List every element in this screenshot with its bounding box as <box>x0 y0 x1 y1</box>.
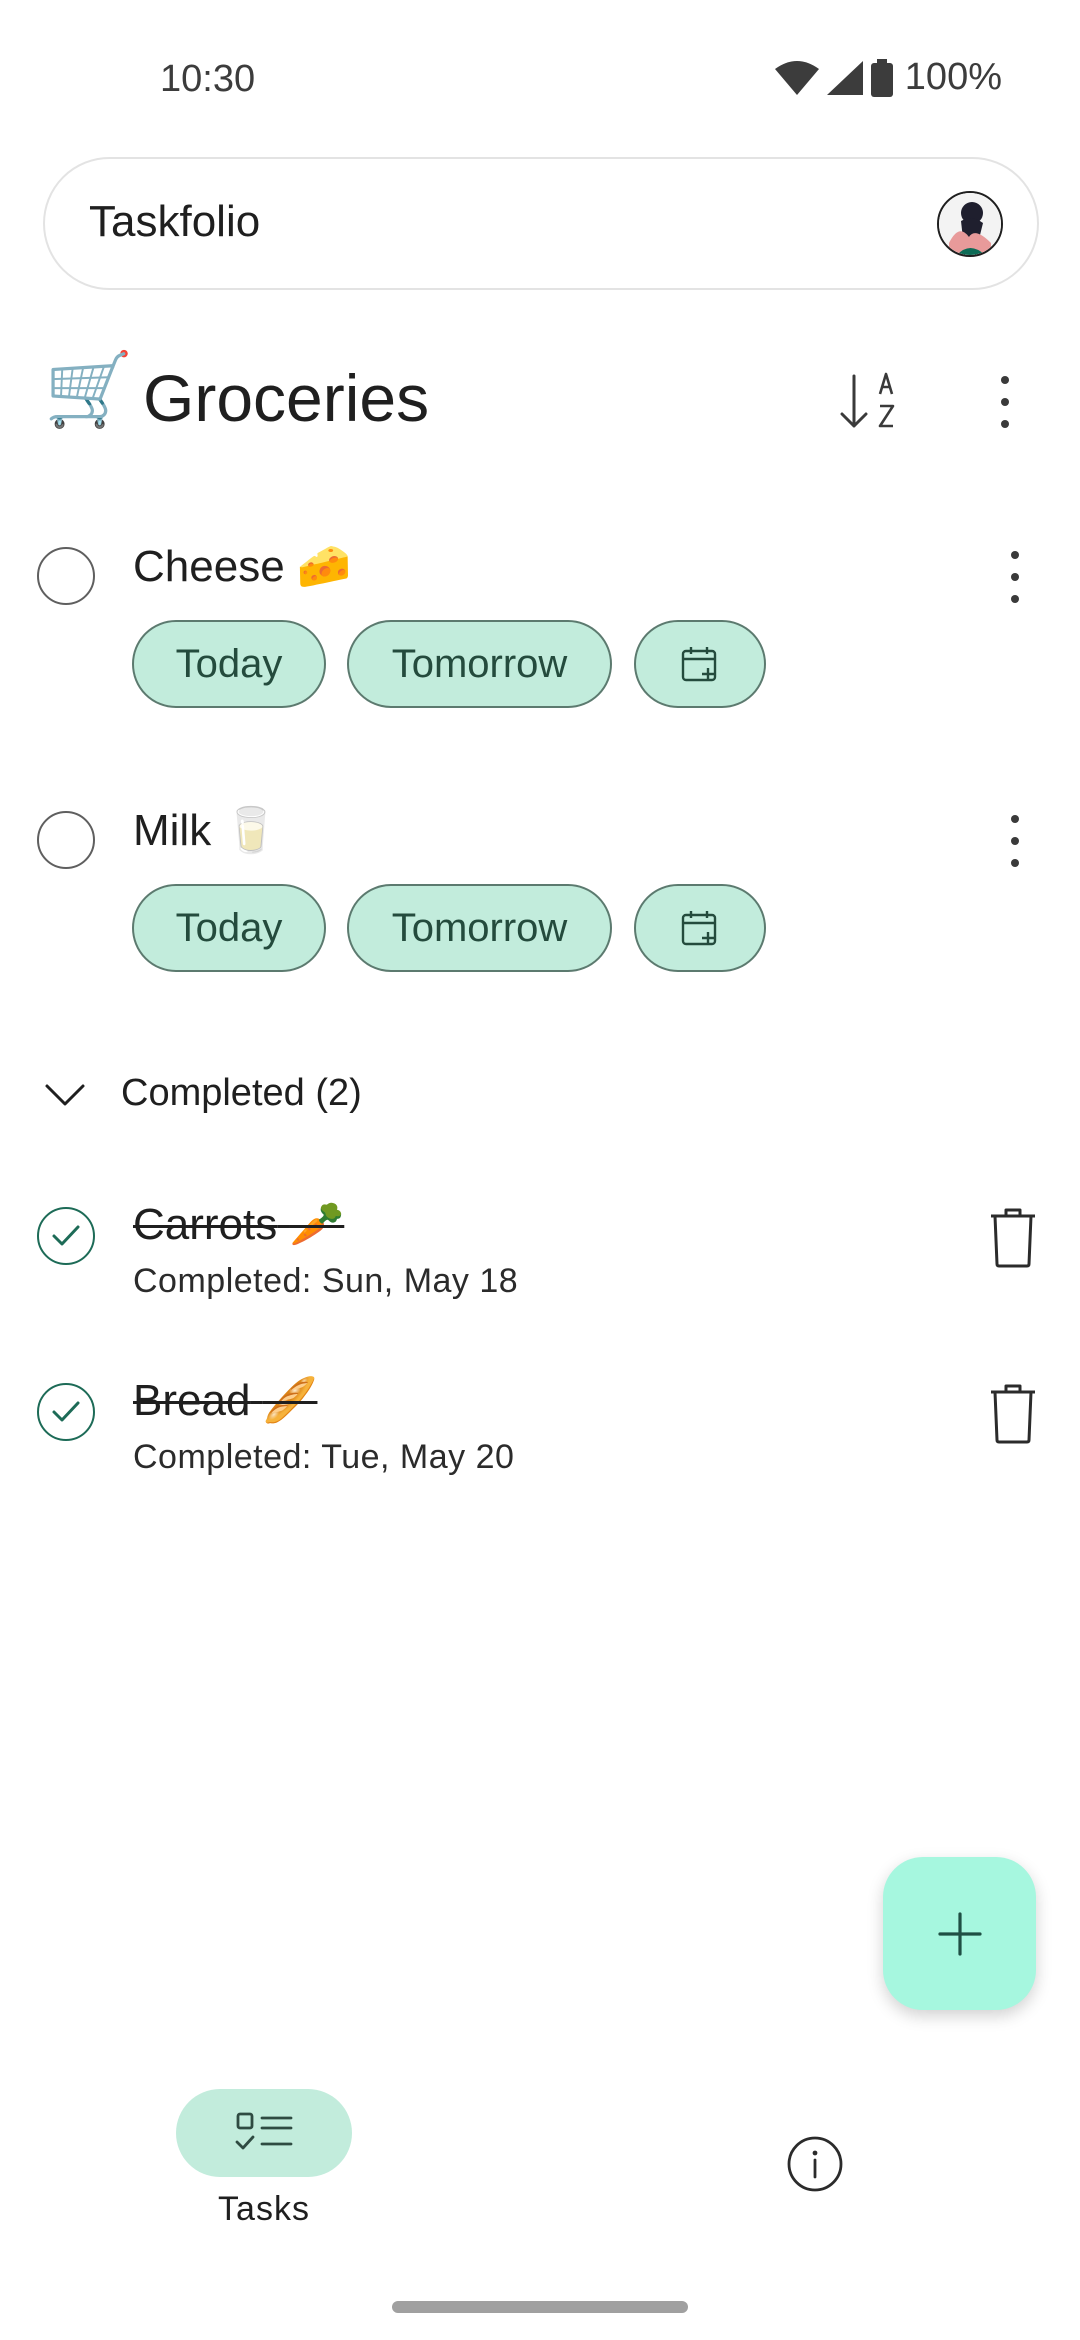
info-icon <box>787 2136 843 2192</box>
signal-icon <box>826 60 863 95</box>
completed-task-title-text: Carrots <box>133 1200 278 1249</box>
task-title[interactable]: Cheese 🧀 <box>133 540 352 592</box>
completed-toggle[interactable] <box>44 1070 86 1120</box>
delete-button[interactable] <box>988 1206 1038 1270</box>
completed-date: Completed: Tue, May 20 <box>133 1438 515 1476</box>
chip-today[interactable]: Today <box>132 620 326 708</box>
trash-icon <box>991 1208 1035 1268</box>
chip-today[interactable]: Today <box>132 884 326 972</box>
completed-task-title-text: Bread <box>133 1376 251 1425</box>
more-vert-icon <box>1001 376 1009 428</box>
status-time: 10:30 <box>160 58 256 100</box>
completed-date: Completed: Sun, May 18 <box>133 1262 519 1300</box>
chip-tomorrow[interactable]: Tomorrow <box>347 620 612 708</box>
chip-pick-date[interactable] <box>634 884 766 972</box>
chevron-down-icon <box>45 1084 85 1106</box>
task-checkbox[interactable] <box>37 547 95 605</box>
task-emoji: 🥛 <box>223 806 279 855</box>
delete-button[interactable] <box>988 1382 1038 1446</box>
nav-info-button[interactable] <box>786 2135 844 2193</box>
checklist-icon <box>235 2112 293 2150</box>
avatar[interactable] <box>937 191 1003 257</box>
task-emoji: 🧀 <box>296 542 352 591</box>
battery-percent: 100% <box>904 56 1002 98</box>
nav-tasks-label: Tasks <box>218 2190 310 2228</box>
task-checkbox[interactable] <box>37 811 95 869</box>
app-bar[interactable]: Taskfolio <box>43 157 1039 290</box>
check-icon <box>52 1225 80 1246</box>
task-more-button[interactable] <box>1000 811 1030 871</box>
chip-pick-date[interactable] <box>634 620 766 708</box>
list-more-button[interactable] <box>985 370 1025 434</box>
plus-icon <box>937 1911 982 1956</box>
completed-task-emoji: 🥕 <box>289 1200 345 1249</box>
task-title-text: Milk <box>133 806 212 855</box>
wifi-icon <box>774 60 819 95</box>
app-title: Taskfolio <box>89 197 261 246</box>
nav-tasks[interactable] <box>176 2089 352 2177</box>
chip-tomorrow[interactable]: Tomorrow <box>347 884 612 972</box>
completed-task-emoji: 🥖 <box>262 1376 318 1425</box>
task-title[interactable]: Milk 🥛 <box>133 804 278 856</box>
task-title-text: Cheese <box>133 542 285 591</box>
task-more-button[interactable] <box>1000 547 1030 607</box>
sort-az-button[interactable] <box>836 368 906 438</box>
list-title: Groceries <box>143 361 430 435</box>
calendar-add-icon <box>681 911 717 946</box>
check-icon <box>52 1401 80 1422</box>
more-vert-icon <box>1011 815 1019 867</box>
completed-checkbox[interactable] <box>37 1383 95 1441</box>
trash-icon <box>991 1384 1035 1444</box>
add-task-button[interactable] <box>883 1857 1036 2010</box>
list-emoji: 🛒 <box>44 350 134 430</box>
calendar-add-icon <box>681 647 717 682</box>
home-indicator[interactable] <box>392 2301 688 2313</box>
battery-icon <box>870 58 893 97</box>
completed-task-title[interactable]: Bread 🥖 <box>133 1374 317 1426</box>
completed-label: Completed (2) <box>121 1072 362 1114</box>
more-vert-icon <box>1011 551 1019 603</box>
avatar-image <box>939 193 1001 255</box>
status-icons: 100% <box>774 56 1002 99</box>
completed-checkbox[interactable] <box>37 1207 95 1265</box>
sort-az-icon <box>840 372 895 428</box>
completed-task-title[interactable]: Carrots 🥕 <box>133 1198 344 1250</box>
